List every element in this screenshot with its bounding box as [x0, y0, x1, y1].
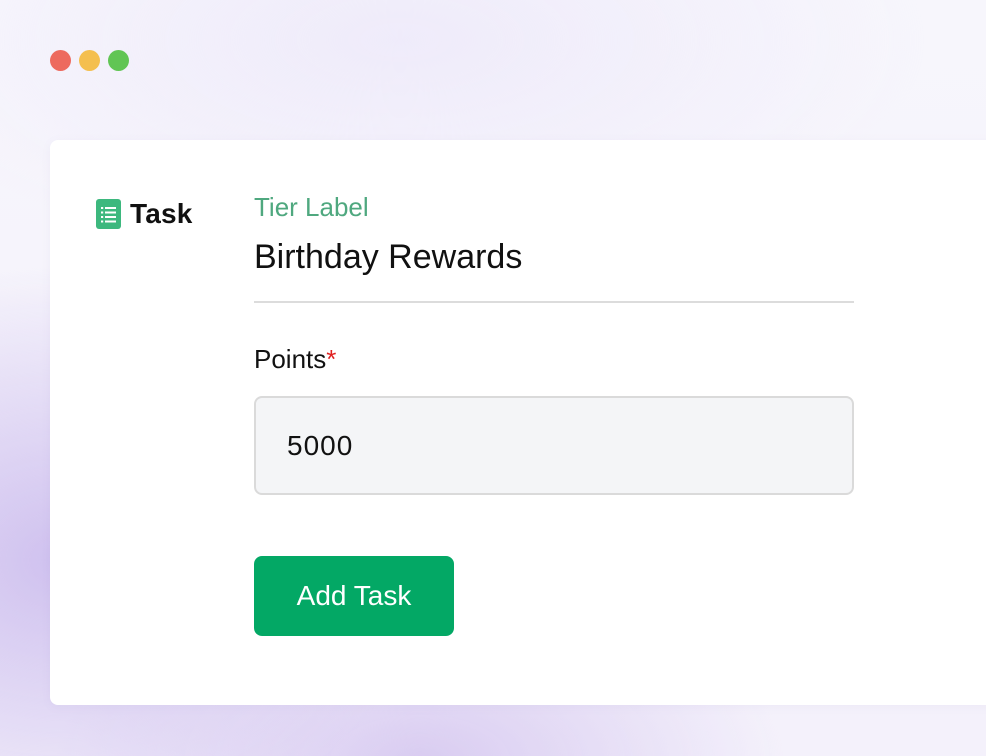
required-asterisk: * — [326, 344, 337, 374]
task-title: Task — [130, 198, 193, 229]
minimize-window-button[interactable] — [79, 50, 100, 71]
task-card: Task Tier Label Birthday Rewards Points*… — [50, 140, 986, 705]
points-label: Points* — [254, 344, 336, 375]
tier-label: Tier Label — [254, 192, 369, 222]
close-window-button[interactable] — [50, 50, 71, 71]
maximize-window-button[interactable] — [108, 50, 129, 71]
points-input[interactable] — [254, 396, 854, 495]
tier-name: Birthday Rewards — [254, 238, 523, 276]
points-label-text: Points — [254, 344, 327, 374]
add-task-button[interactable]: Add Task — [254, 556, 454, 636]
document-list-icon — [96, 199, 121, 229]
divider — [254, 301, 854, 303]
window-controls — [50, 50, 129, 71]
task-heading: Task — [96, 198, 193, 230]
